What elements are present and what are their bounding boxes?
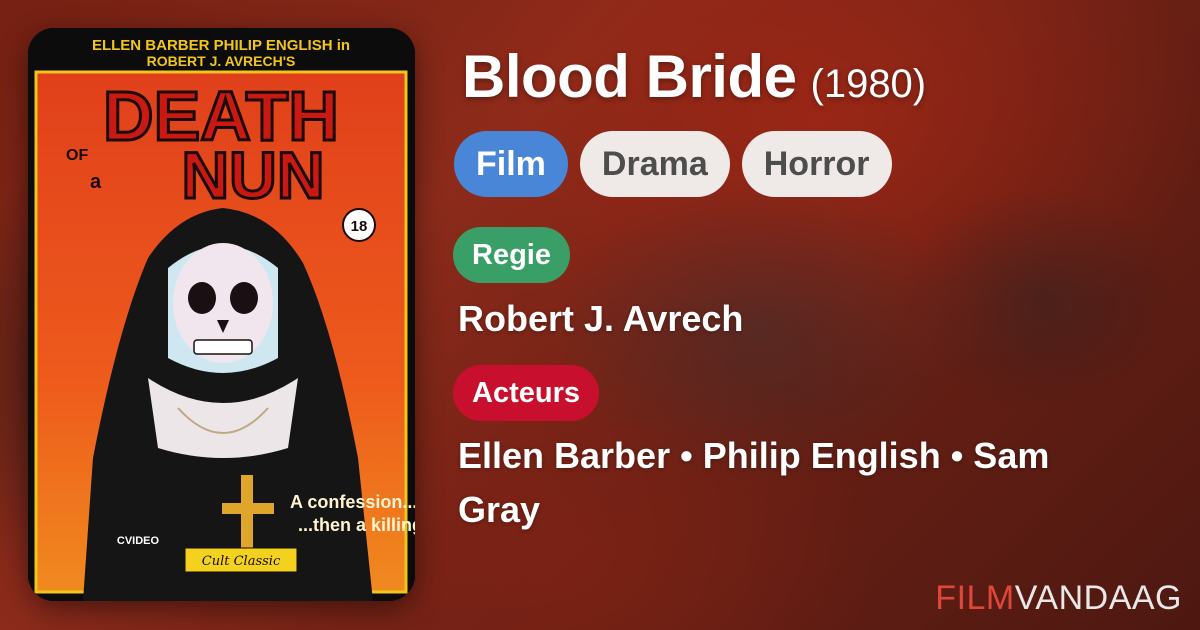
- regie-label: Regie: [453, 227, 570, 283]
- poster-title-nun: NUN: [182, 138, 325, 212]
- svg-text:18: 18: [351, 218, 368, 235]
- film-title: Blood Bride: [462, 43, 797, 110]
- film-title-row: Blood Bride (1980): [462, 42, 926, 111]
- poster-credits-1: ELLEN BARBER PHILIP ENGLISH in: [92, 37, 350, 54]
- movie-poster[interactable]: ELLEN BARBER PHILIP ENGLISH in ROBERT J.…: [28, 28, 415, 601]
- rating-badge: 18: [342, 208, 376, 242]
- actor-list[interactable]: Ellen Barber • Philip English • Sam Gray: [458, 429, 1138, 537]
- logo-part-vandaag: VANDAAG: [1014, 579, 1182, 617]
- svg-text:Cult Classic: Cult Classic: [202, 554, 281, 569]
- director-name[interactable]: Robert J. Avrech: [458, 292, 1138, 346]
- poster-tagline-1: A confession...: [290, 492, 415, 512]
- acteurs-label: Acteurs: [453, 365, 599, 421]
- tag-list: Film Drama Horror: [454, 131, 892, 197]
- skull: [173, 243, 273, 363]
- logo-part-film: FILM: [935, 579, 1015, 617]
- filmvandaag-logo[interactable]: FILMVANDAAG: [935, 579, 1182, 618]
- poster-title-a: a: [90, 171, 102, 193]
- poster-title-of: OF: [66, 147, 88, 164]
- cult-classic-logo: Cult Classic: [184, 547, 298, 573]
- film-year: (1980): [810, 62, 927, 106]
- tag-film[interactable]: Film: [454, 131, 568, 197]
- poster-artwork: ELLEN BARBER PHILIP ENGLISH in ROBERT J.…: [28, 28, 415, 601]
- tag-drama[interactable]: Drama: [579, 131, 730, 197]
- tag-horror[interactable]: Horror: [741, 131, 892, 197]
- poster-distributor: CVIDEO: [117, 535, 160, 547]
- poster-tagline-2: ...then a killing.: [298, 515, 415, 535]
- poster-credits-2: ROBERT J. AVRECH'S: [147, 53, 296, 69]
